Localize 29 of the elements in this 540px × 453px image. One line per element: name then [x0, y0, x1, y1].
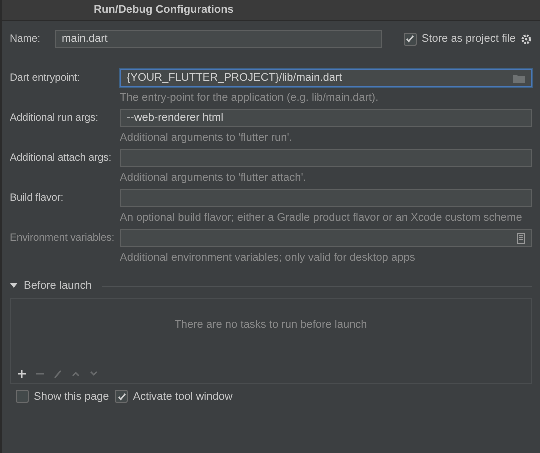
field-hint: Additional arguments to 'flutter attach'. — [120, 172, 306, 184]
field-label: Additional run args: — [10, 112, 100, 124]
checkbox[interactable] — [115, 390, 128, 403]
field-label: Build flavor: — [10, 192, 65, 204]
checkbox-label: Activate tool window — [133, 390, 233, 402]
field-hint: Additional arguments to 'flutter run'. — [120, 132, 292, 144]
checkbox[interactable] — [16, 390, 29, 403]
window-title: Run/Debug Configurations — [94, 4, 234, 16]
input-field[interactable]: --web-renderer html — [120, 109, 532, 127]
gear-icon[interactable] — [521, 34, 532, 44]
folder-icon[interactable] — [513, 74, 525, 82]
field-hint: Additional environment variables; only valid for desktop apps — [120, 252, 416, 264]
checkbox[interactable] — [404, 32, 417, 46]
field-label: Additional attach args: — [10, 152, 113, 164]
field-label: Name: — [10, 33, 42, 45]
input-field[interactable] — [120, 189, 532, 207]
field-label: Environment variables: — [10, 232, 116, 244]
checkbox-label: Show this page — [34, 390, 110, 402]
field-label: Dart entrypoint: — [10, 72, 82, 84]
checkbox-label: Store as project file — [422, 33, 516, 45]
field-hint: The entry-point for the application (e.g. lib/main.dart). — [120, 92, 379, 104]
name-field[interactable]: main.dart — [55, 30, 382, 48]
collapse-triangle-icon[interactable] — [10, 283, 18, 289]
empty-message: There are no tasks to run before launch — [174, 319, 368, 331]
input-field[interactable] — [120, 149, 532, 167]
field-hint: An optional build flavor; either a Gradle product flavor or an Xcode custom scheme — [120, 212, 522, 224]
add-icon[interactable] — [17, 369, 27, 379]
input-field[interactable]: {YOUR_FLUTTER_PROJECT}/lib/main.dart — [120, 69, 532, 87]
section-title[interactable]: Before launch — [24, 280, 92, 292]
